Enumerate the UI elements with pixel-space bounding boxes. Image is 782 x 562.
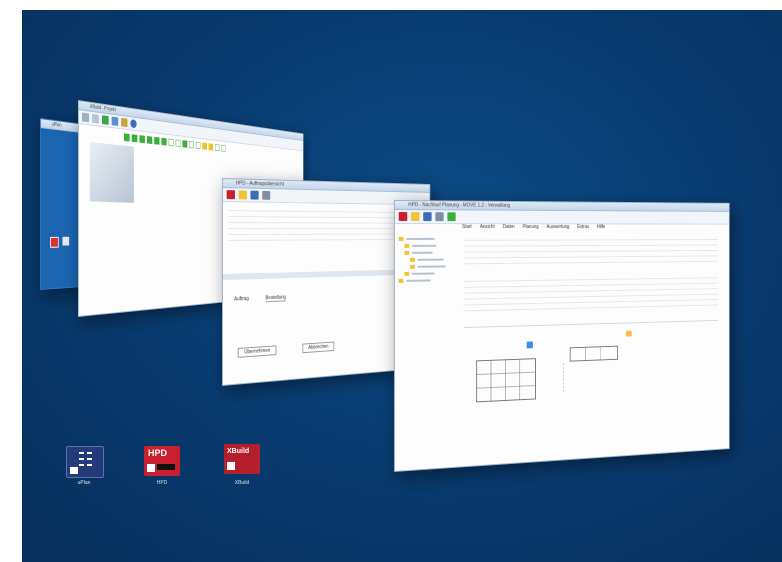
details-grid [463,234,718,312]
tab-view[interactable]: Ansicht [480,224,495,230]
status-square-icon [175,139,181,148]
status-square-icon [195,141,201,150]
xbuild-logo: XBuild [227,448,250,455]
status-square-icon [189,140,194,149]
status-square-icon [182,140,188,148]
cancel-button[interactable]: Abbrechen [302,341,335,354]
app-shortcut-icon[interactable] [62,236,70,246]
tree-panel [398,235,457,335]
tab-planning[interactable]: Planung [523,224,539,230]
window-flip-stage: uPlan XBuild - Projekt HPD - Auftragsübe… [22,10,782,562]
status-square-icon [154,136,160,145]
status-square-icon [123,133,130,142]
tab-start[interactable]: Start [462,224,472,230]
new-icon[interactable] [226,190,235,200]
shortcut-arrow-icon [147,464,155,472]
window-title: HPD - Auftragsübersicht [235,180,284,188]
icon-caption: XBuild [234,480,250,486]
status-square-icon [139,135,145,144]
window-title: uPlan [51,121,62,129]
tab-help[interactable]: Hilfe [597,224,605,230]
tab-reports[interactable]: Auswertung [547,224,570,230]
status-square-icon [146,136,153,144]
xbuild-desktop-icon[interactable]: XBuild [224,444,260,474]
status-square-icon [202,142,207,150]
folder-icon [398,278,404,283]
toolbar [394,210,729,225]
logo-bar [157,464,175,470]
window-title: HPD - Nachlauf Planung - MOVE 1.2 - Verw… [408,202,511,209]
apply-button[interactable]: Übernehmen [237,345,277,358]
tree-item[interactable] [398,276,457,284]
refresh-icon[interactable] [111,116,119,127]
tab-data[interactable]: Daten [503,224,515,230]
home-icon[interactable] [81,112,89,123]
status-square-icon [168,138,174,147]
status-square-icon [161,137,167,146]
tab-bar: Start Ansicht Daten Planung Auswertung E… [462,224,605,230]
hpd-desktop-icon[interactable]: HPD [144,446,180,476]
info-icon[interactable] [130,119,137,129]
folder-icon [410,257,415,262]
window-titlebar[interactable]: HPD - Nachlauf Planung - MOVE 1.2 - Verw… [394,201,729,212]
save-icon[interactable] [423,212,432,222]
app-shortcut-icon[interactable] [50,236,59,248]
hpd-logo: HPD [148,448,168,458]
desktop: uPlan XBuild - Projekt HPD - Auftragsübe… [22,10,782,562]
status-square-icon [221,144,226,152]
chart-icon[interactable] [447,212,456,222]
print-icon[interactable] [262,190,271,200]
model-preview [89,142,134,203]
folder-icon [398,236,404,241]
shortcut-arrow-icon [227,462,235,470]
status-square-icon [131,134,138,143]
folder-icon[interactable] [238,190,247,200]
folder-icon [404,250,410,255]
grid-icon [70,452,92,474]
folder-icon [404,243,410,248]
uplan-desktop-icon[interactable] [66,446,104,478]
folder-icon[interactable] [411,212,420,222]
folder-icon [410,264,415,269]
filter-icon[interactable] [435,212,444,222]
floor-plan-drawing [464,321,718,456]
tab-extras[interactable]: Extras [577,224,589,230]
folder-icon [404,271,410,276]
save-icon[interactable] [101,115,109,125]
save-icon[interactable] [250,190,259,200]
settings-icon[interactable] [121,117,128,128]
open-icon[interactable] [92,113,99,124]
status-square-icon [214,143,220,152]
plan-panel [463,319,718,456]
field-label: Auftrag [234,295,249,303]
window-hpd-planning[interactable]: HPD - Nachlauf Planung - MOVE 1.2 - Verw… [394,200,730,472]
icon-caption: HPD [156,480,168,486]
new-icon[interactable] [398,212,408,222]
status-square-icon [208,143,214,151]
icon-caption: uPlan [77,480,91,486]
field-value[interactable]: Bestellung [265,294,286,303]
